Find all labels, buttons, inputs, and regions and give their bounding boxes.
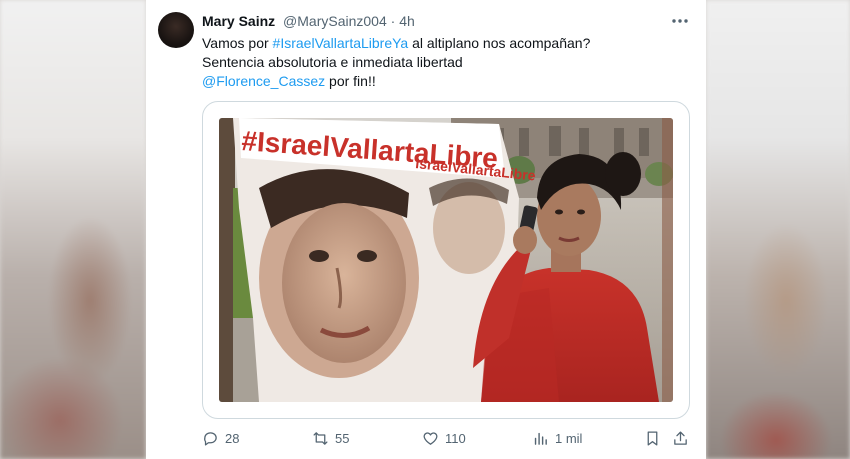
tweet-text: Vamos por #IsraelVallartaLibreYa al alti… <box>202 34 682 91</box>
more-horizontal-icon <box>672 19 688 23</box>
reply-button[interactable]: 28 <box>202 430 239 447</box>
text-part: al altiplano nos acompañan? <box>408 35 591 51</box>
views-button[interactable]: 1 mil <box>532 430 582 447</box>
action-bar: 28 55 110 1 mil <box>202 430 690 450</box>
hashtag-link[interactable]: #IsraelVallartaLibreYa <box>273 35 409 51</box>
reply-count: 28 <box>225 431 240 446</box>
view-count: 1 mil <box>555 431 583 446</box>
author-name[interactable]: Mary Sainz <box>202 13 275 29</box>
tweet-text-line-3: @Florence_Cassez por fin!! <box>202 72 682 91</box>
author-handle[interactable]: @MarySainz004 <box>283 13 387 29</box>
repost-button[interactable]: 55 <box>312 430 349 447</box>
blurred-background-right <box>706 0 850 459</box>
photo-illustration: #IsraelVallartaLibre IsraelVallartaLibre <box>219 118 673 402</box>
repost-icon <box>313 432 328 445</box>
tweet-text-line-1: Vamos por #IsraelVallartaLibreYa al alti… <box>202 34 682 53</box>
views-icon <box>534 432 547 445</box>
avatar[interactable] <box>158 12 194 48</box>
reply-icon <box>204 432 217 446</box>
text-part: Vamos por <box>202 35 273 51</box>
repost-count: 55 <box>335 431 350 446</box>
tweet-time[interactable]: 4h <box>399 13 415 29</box>
text-part: por fin!! <box>325 73 376 89</box>
more-options-button[interactable] <box>668 12 692 30</box>
like-count: 110 <box>445 431 466 446</box>
tweet-photo[interactable]: #IsraelVallartaLibre IsraelVallartaLibre <box>219 118 673 402</box>
bookmark-icon <box>647 431 658 446</box>
tweet-header: Mary Sainz @MarySainz004 · 4h <box>202 13 415 29</box>
mention-link[interactable]: @Florence_Cassez <box>202 73 325 89</box>
media-container[interactable]: #IsraelVallartaLibre IsraelVallartaLibre <box>202 101 690 419</box>
tweet-card[interactable]: Mary Sainz @MarySainz004 · 4h Vamos por … <box>146 0 706 459</box>
like-button[interactable]: 110 <box>422 430 466 447</box>
separator-dot: · <box>390 13 396 29</box>
share-button[interactable] <box>672 430 689 447</box>
blurred-background-left <box>0 0 146 459</box>
share-icon <box>674 431 687 445</box>
bookmark-button[interactable] <box>644 430 661 447</box>
like-icon <box>423 432 438 445</box>
tweet-text-line-2: Sentencia absolutoria e inmediata libert… <box>202 54 463 70</box>
